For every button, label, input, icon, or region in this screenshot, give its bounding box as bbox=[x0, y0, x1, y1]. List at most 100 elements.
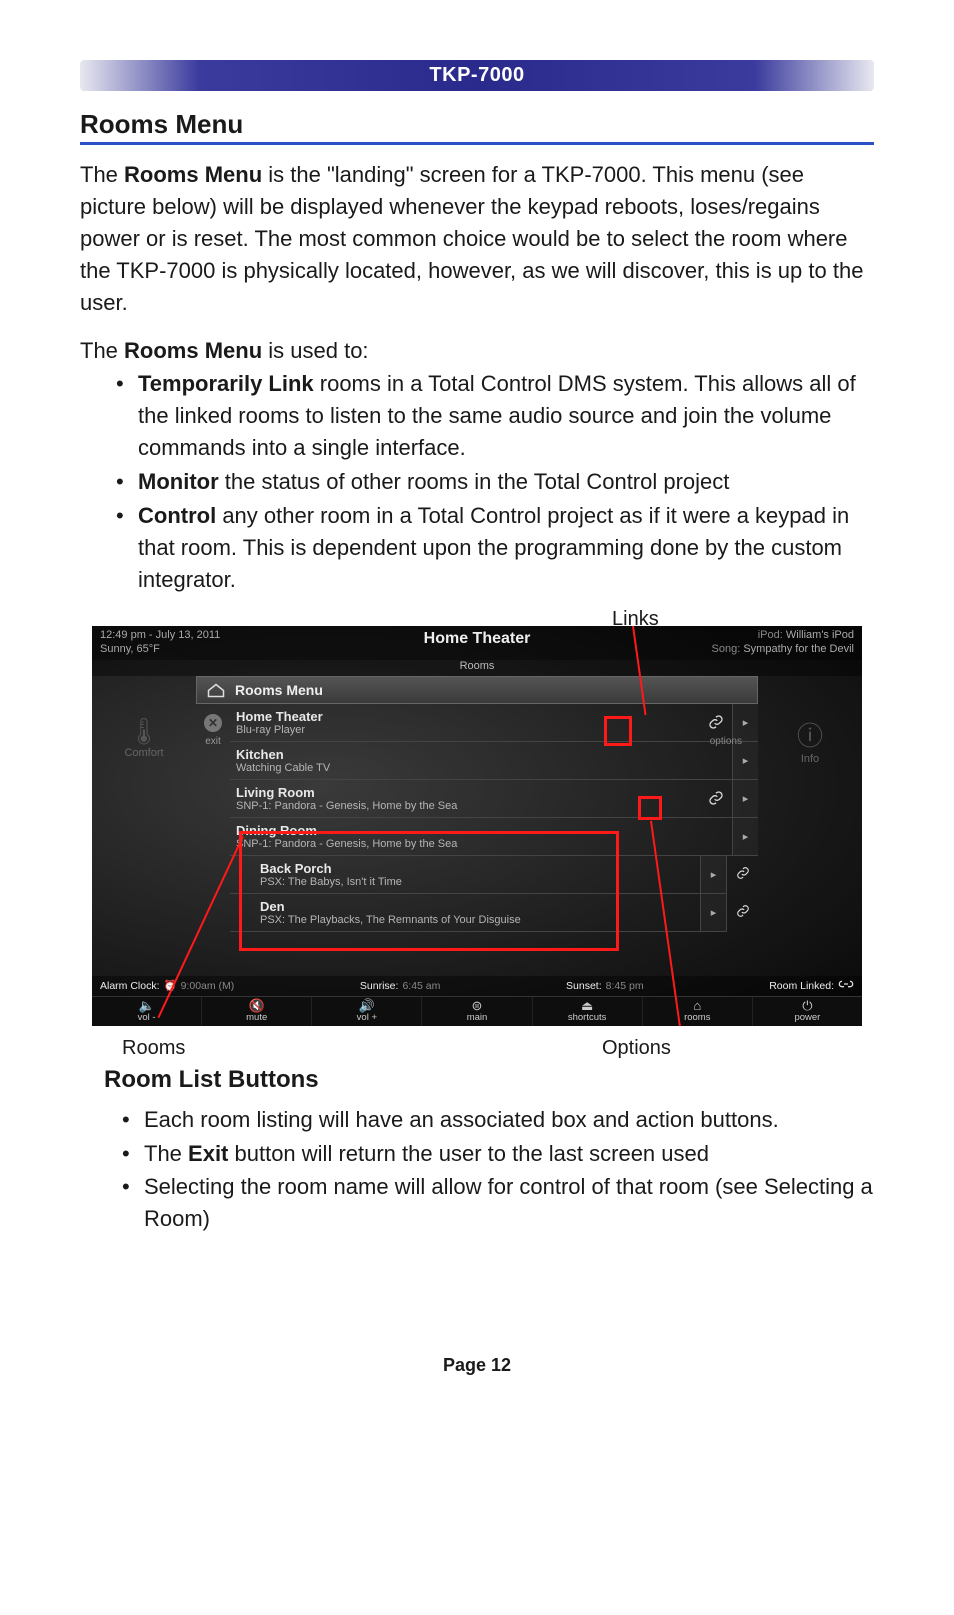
usedto-bold: Rooms Menu bbox=[124, 338, 262, 363]
ss-weather: Sunny, 65°F bbox=[100, 642, 220, 656]
vol-down-button[interactable]: 🔈vol - bbox=[92, 997, 202, 1026]
usedto-post: is used to: bbox=[262, 338, 368, 363]
room-linked-label: Room Linked: bbox=[769, 980, 834, 992]
ss-left-rail: 🌡 Comfort bbox=[92, 676, 196, 976]
room-name: Home Theater bbox=[236, 709, 692, 724]
bullet-control-bold: Control bbox=[138, 503, 216, 528]
chevron-right-icon[interactable]: ▸ bbox=[732, 780, 758, 817]
mute-button[interactable]: 🔇mute bbox=[202, 997, 312, 1026]
rl-bullet-2-pre: The bbox=[144, 1141, 188, 1166]
home-icon bbox=[207, 683, 225, 697]
room-row-back-porch[interactable]: Back Porch PSX: The Babys, Isn't it Time… bbox=[230, 856, 726, 894]
ss-main-panel: Rooms Menu options ✕ exit Home Theater bbox=[196, 676, 758, 976]
rooms-icon: ⌂ bbox=[693, 999, 701, 1012]
room-linked-status: Room Linked: bbox=[769, 979, 854, 992]
song-label: Song: bbox=[712, 643, 741, 655]
info-shortcut[interactable]: ⓘ Info bbox=[797, 716, 823, 765]
comfort-shortcut[interactable]: 🌡 Comfort bbox=[124, 716, 163, 759]
options-label: options bbox=[710, 736, 742, 747]
section-title-room-list-buttons: Room List Buttons bbox=[104, 1066, 874, 1094]
chevron-right-icon[interactable]: ▸ bbox=[732, 742, 758, 779]
intro-pre: The bbox=[80, 162, 124, 187]
sunset-value: 8:45 pm bbox=[606, 980, 644, 992]
link-icon[interactable] bbox=[700, 780, 732, 817]
ss-now-playing: iPod: William's iPod Song: Sympathy for … bbox=[712, 628, 854, 658]
ss-clock-weather: 12:49 pm - July 13, 2011 Sunny, 65°F bbox=[100, 628, 220, 658]
sunrise-status: Sunrise: 6:45 am bbox=[360, 980, 440, 992]
rooms-button[interactable]: ⌂rooms bbox=[643, 997, 753, 1026]
ss-time: 12:49 pm - July 13, 2011 bbox=[100, 628, 220, 642]
room-status: SNP-1: Pandora - Genesis, Home by the Se… bbox=[236, 800, 692, 812]
rl-bullet-2-post: button will return the user to the last … bbox=[228, 1141, 709, 1166]
rl-bullet-1: Each room listing will have an associate… bbox=[122, 1104, 874, 1136]
bullet-monitor-bold: Monitor bbox=[138, 469, 219, 494]
ipod-label: iPod: bbox=[758, 629, 783, 641]
sunset-label: Sunset: bbox=[566, 980, 602, 992]
alarm-clock-icon: ⏰ bbox=[164, 979, 177, 992]
room-row-dining-room[interactable]: Dining Room SNP-1: Pandora - Genesis, Ho… bbox=[230, 818, 758, 856]
info-icon: ⓘ bbox=[797, 716, 823, 753]
vol-up-button[interactable]: 🔊vol + bbox=[312, 997, 422, 1026]
comfort-label: Comfort bbox=[124, 747, 163, 759]
btn-label: shortcuts bbox=[568, 1012, 607, 1023]
main-icon: ⊜ bbox=[472, 999, 483, 1012]
room-name: Kitchen bbox=[236, 747, 692, 762]
close-icon: ✕ bbox=[204, 714, 222, 732]
chevron-right-icon[interactable]: ▸ bbox=[700, 856, 726, 893]
btn-label: vol - bbox=[138, 1012, 156, 1023]
room-row-den[interactable]: Den PSX: The Playbacks, The Remnants of … bbox=[230, 894, 726, 932]
room-name: Den bbox=[260, 899, 692, 914]
thermometer-icon: 🌡 bbox=[124, 716, 163, 747]
exit-button[interactable]: ✕ exit bbox=[196, 704, 230, 976]
ss-tab-rooms[interactable]: Rooms bbox=[92, 660, 862, 676]
link-icon-empty[interactable] bbox=[700, 818, 732, 855]
main-button[interactable]: ⊜main bbox=[422, 997, 532, 1026]
btn-label: power bbox=[794, 1012, 820, 1023]
usedto-line: The Rooms Menu is used to: bbox=[80, 338, 874, 364]
bullet-link-bold: Temporarily Link bbox=[138, 371, 314, 396]
bullet-control: Control any other room in a Total Contro… bbox=[116, 500, 874, 596]
rl-bullet-2-bold: Exit bbox=[188, 1141, 228, 1166]
group-link-icon[interactable] bbox=[736, 866, 750, 883]
bullet-control-rest: any other room in a Total Control projec… bbox=[138, 503, 849, 592]
link-icon-empty[interactable] bbox=[700, 742, 732, 779]
chevron-right-icon[interactable]: ▸ bbox=[732, 818, 758, 855]
rl-bullet-3-text: Selecting the room name will allow for c… bbox=[144, 1174, 873, 1231]
rl-bullet-1-text: Each room listing will have an associate… bbox=[144, 1107, 779, 1132]
room-row-home-theater[interactable]: Home Theater Blu-ray Player ▸ bbox=[230, 704, 758, 742]
alarm-clock-status: Alarm Clock: ⏰ 9:00am (M) bbox=[100, 979, 234, 992]
alarm-value: 9:00am (M) bbox=[181, 980, 235, 992]
link-icon bbox=[838, 979, 854, 992]
callout-rooms: Rooms bbox=[122, 1037, 185, 1060]
section-title-rooms-menu: Rooms Menu bbox=[80, 109, 874, 145]
callout-options: Options bbox=[602, 1037, 671, 1060]
ipod-value: William's iPod bbox=[786, 629, 854, 641]
intro-bold: Rooms Menu bbox=[124, 162, 262, 187]
room-list-bullets: Each room listing will have an associate… bbox=[80, 1104, 874, 1236]
screenshot-rooms-menu: 12:49 pm - July 13, 2011 Sunny, 65°F Hom… bbox=[92, 626, 862, 1026]
group-link-icon[interactable] bbox=[736, 904, 750, 921]
power-icon: ⏻ bbox=[802, 999, 812, 1012]
sunrise-value: 6:45 am bbox=[402, 980, 440, 992]
room-row-living-room[interactable]: Living Room SNP-1: Pandora - Genesis, Ho… bbox=[230, 780, 758, 818]
room-name: Living Room bbox=[236, 785, 692, 800]
room-status: PSX: The Babys, Isn't it Time bbox=[260, 876, 692, 888]
rl-bullet-2: The Exit button will return the user to … bbox=[122, 1138, 874, 1170]
feature-bullets: Temporarily Link rooms in a Total Contro… bbox=[80, 368, 874, 595]
shortcuts-icon: ⏏ bbox=[581, 999, 593, 1012]
room-row-kitchen[interactable]: Kitchen Watching Cable TV ▸ bbox=[230, 742, 758, 780]
ss-right-rail: ⓘ Info bbox=[758, 676, 862, 976]
status-bar: Alarm Clock: ⏰ 9:00am (M) Sunrise: 6:45 … bbox=[92, 976, 862, 996]
alarm-label: Alarm Clock: bbox=[100, 980, 160, 992]
exit-label: exit bbox=[205, 736, 221, 747]
power-button[interactable]: ⏻power bbox=[753, 997, 862, 1026]
chevron-right-icon[interactable]: ▸ bbox=[700, 894, 726, 931]
room-name: Back Porch bbox=[260, 861, 692, 876]
panel-header: Rooms Menu bbox=[196, 676, 758, 704]
room-name: Dining Room bbox=[236, 823, 692, 838]
bullet-link: Temporarily Link rooms in a Total Contro… bbox=[116, 368, 874, 464]
bottom-toolbar: 🔈vol - 🔇mute 🔊vol + ⊜main ⏏shortcuts ⌂ro… bbox=[92, 996, 862, 1026]
shortcuts-button[interactable]: ⏏shortcuts bbox=[533, 997, 643, 1026]
page-number: Page 12 bbox=[80, 1355, 874, 1376]
btn-label: mute bbox=[246, 1012, 267, 1023]
